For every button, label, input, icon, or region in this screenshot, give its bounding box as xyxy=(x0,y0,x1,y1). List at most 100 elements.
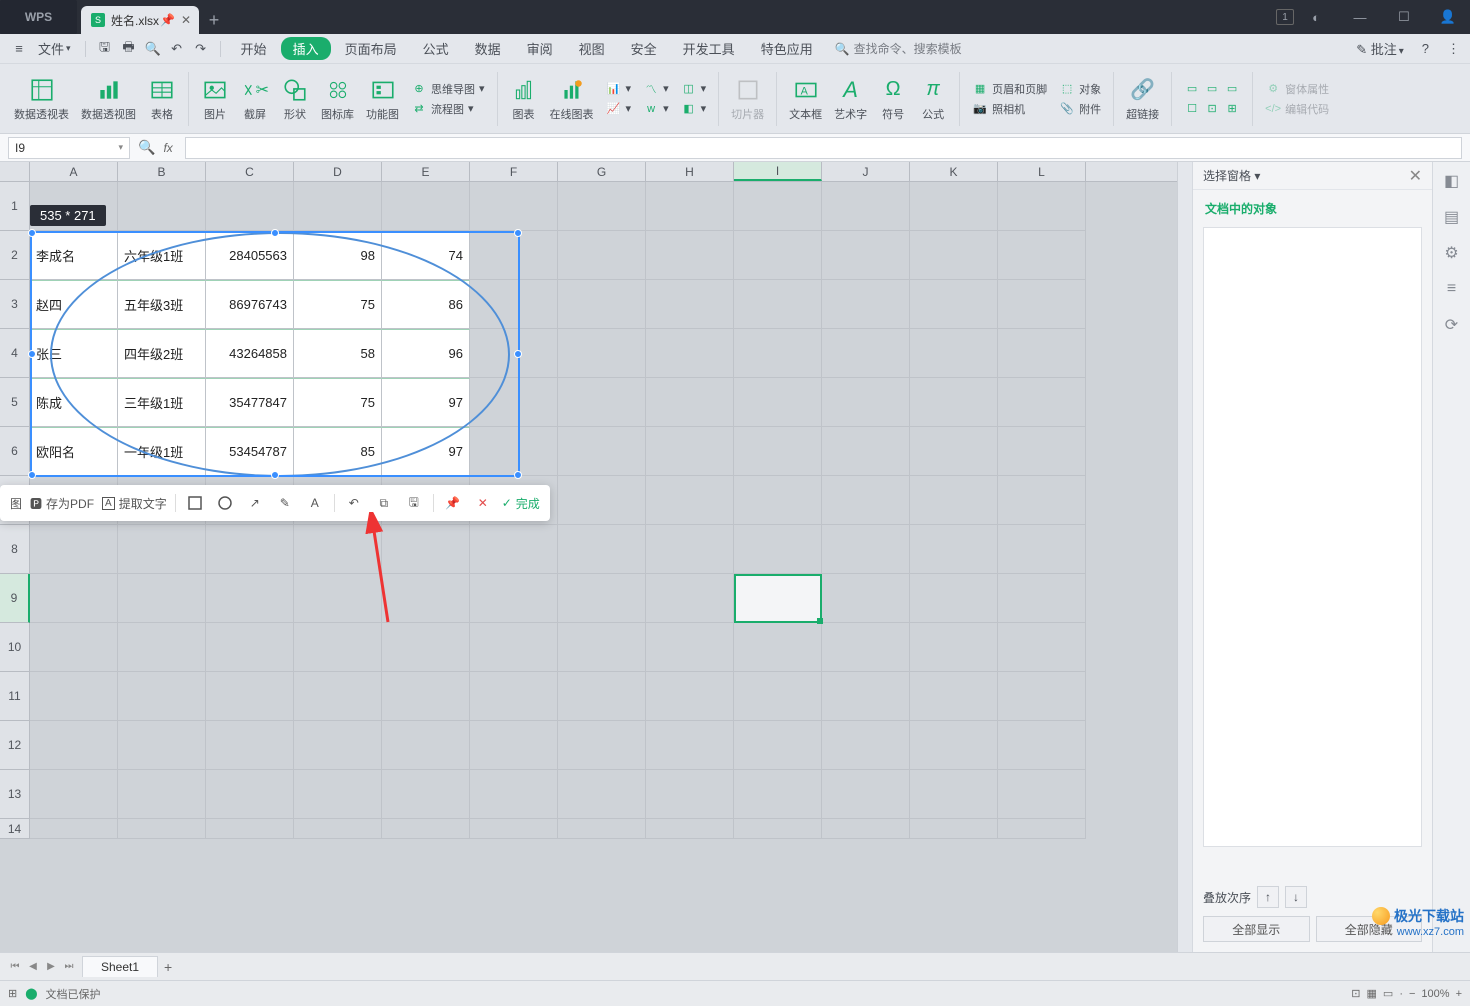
zoom-out[interactable]: − xyxy=(1409,988,1415,1000)
sheet-nav-first[interactable]: ⏮ xyxy=(6,958,24,976)
row-2[interactable]: 2 xyxy=(0,231,30,280)
row-5[interactable]: 5 xyxy=(0,378,30,427)
undo-icon[interactable]: ↶ xyxy=(166,38,188,60)
redo-icon[interactable]: ↷ xyxy=(190,38,212,60)
tab-layout[interactable]: 页面布局 xyxy=(333,37,409,60)
zorder-down[interactable]: ↓ xyxy=(1285,886,1307,908)
save-tool[interactable]: 🖫 xyxy=(403,492,425,514)
pen-tool[interactable]: ✎ xyxy=(274,492,296,514)
col-A[interactable]: A xyxy=(30,162,118,181)
sheet-tab-1[interactable]: Sheet1 xyxy=(82,956,158,977)
side-pane-icon[interactable]: ◧ xyxy=(1441,170,1463,192)
form-row-1[interactable]: ▭▭▭ xyxy=(1184,81,1240,97)
mindmap-button[interactable]: ⊕思维导图 ▾ xyxy=(411,81,485,97)
sheet-nav-last[interactable]: ⏭ xyxy=(60,958,78,976)
col-K[interactable]: K xyxy=(910,162,998,181)
panel-title[interactable]: 选择窗格 ▾ xyxy=(1203,167,1260,184)
arrow-tool[interactable]: ↗ xyxy=(244,492,266,514)
col-C[interactable]: C xyxy=(206,162,294,181)
textbox-button[interactable]: A 文本框 xyxy=(785,76,826,122)
col-H[interactable]: H xyxy=(646,162,734,181)
header-footer-button[interactable]: ▦页眉和页脚 xyxy=(972,81,1047,97)
row-3[interactable]: 3 xyxy=(0,280,30,329)
col-E[interactable]: E xyxy=(382,162,470,181)
sheet-nav-next[interactable]: ▶ xyxy=(42,958,60,976)
online-chart-button[interactable]: 在线图表 xyxy=(546,76,598,122)
col-F[interactable]: F xyxy=(470,162,558,181)
copy-tool[interactable]: ⧉ xyxy=(373,492,395,514)
save-icon[interactable]: 🖫 xyxy=(94,38,116,60)
pivot-table-button[interactable]: 数据透视表 xyxy=(10,76,73,122)
text-tool[interactable]: A xyxy=(304,492,326,514)
mini-chart-3[interactable]: 〽▾ xyxy=(643,81,669,97)
row-4[interactable]: 4 xyxy=(0,329,30,378)
image-button[interactable]: 图片 xyxy=(197,76,233,122)
handle-s[interactable] xyxy=(271,471,279,479)
tab-devtools[interactable]: 开发工具 xyxy=(671,37,747,60)
panel-close-icon[interactable]: ✕ xyxy=(1409,166,1422,186)
help-button[interactable]: ? xyxy=(1422,41,1429,56)
mini-chart-5[interactable]: ◫▾ xyxy=(681,81,707,97)
row-1[interactable]: 1 xyxy=(0,182,30,231)
col-B[interactable]: B xyxy=(118,162,206,181)
tab-view[interactable]: 视图 xyxy=(567,37,617,60)
handle-nw[interactable] xyxy=(28,229,36,237)
zoom-icon[interactable]: 🔍 xyxy=(138,139,155,156)
pin-tool[interactable]: 📌 xyxy=(442,492,464,514)
col-J[interactable]: J xyxy=(822,162,910,181)
fx-icon[interactable]: fx xyxy=(163,141,177,155)
objects-listbox[interactable] xyxy=(1203,227,1422,847)
handle-ne[interactable] xyxy=(514,229,522,237)
screenshot-button[interactable]: ✂ 截屏 xyxy=(237,76,273,122)
attachment-button[interactable]: 📎附件 xyxy=(1059,101,1101,117)
maximize-button[interactable]: ☐ xyxy=(1382,0,1426,34)
notification-badge[interactable]: 1 xyxy=(1276,9,1294,25)
zorder-up[interactable]: ↑ xyxy=(1257,886,1279,908)
cancel-button[interactable]: ✕ xyxy=(472,492,494,514)
mini-chart-2[interactable]: 📈▾ xyxy=(606,101,632,117)
minimize-button[interactable]: — xyxy=(1338,0,1382,34)
corner-selectall[interactable] xyxy=(0,162,30,181)
col-D[interactable]: D xyxy=(294,162,382,181)
ellipse-tool[interactable] xyxy=(214,492,236,514)
table-button[interactable]: 表格 xyxy=(144,76,180,122)
show-all-button[interactable]: 全部显示 xyxy=(1203,916,1310,942)
camera-button[interactable]: 📷照相机 xyxy=(972,101,1047,117)
tab-review[interactable]: 审阅 xyxy=(515,37,565,60)
side-config-icon[interactable]: ⚙ xyxy=(1441,242,1463,264)
handle-n[interactable] xyxy=(271,229,279,237)
funcchart-button[interactable]: 功能图 xyxy=(362,76,403,122)
mini-chart-4[interactable]: ᴡ▾ xyxy=(643,101,669,117)
zoom-in[interactable]: + xyxy=(1456,988,1462,1000)
tab-formula[interactable]: 公式 xyxy=(411,37,461,60)
document-tab[interactable]: S 姓名.xlsx 📌 ✕ xyxy=(81,6,199,34)
status-grid-icon[interactable]: ⊞ xyxy=(8,987,17,1000)
pivot-chart-button[interactable]: 数据透视图 xyxy=(77,76,140,122)
handle-e[interactable] xyxy=(514,350,522,358)
side-layers-icon[interactable]: ≡ xyxy=(1441,278,1463,300)
undo-tool[interactable]: ↶ xyxy=(343,492,365,514)
flowchart-button[interactable]: ⇄流程图 ▾ xyxy=(411,101,485,117)
user-icon[interactable]: 👤 xyxy=(1426,0,1470,34)
sheet-nav-prev[interactable]: ◀ xyxy=(24,958,42,976)
object-button[interactable]: ⬚对象 xyxy=(1059,81,1101,97)
handle-sw[interactable] xyxy=(28,471,36,479)
mini-chart-1[interactable]: 📊▾ xyxy=(606,81,632,97)
side-style-icon[interactable]: ▤ xyxy=(1441,206,1463,228)
wordart-button[interactable]: A 艺术字 xyxy=(830,76,871,122)
more-button[interactable]: ⋮ xyxy=(1447,41,1460,57)
save-pdf-button[interactable]: 🅿存为PDF xyxy=(30,495,94,512)
equation-button[interactable]: π 公式 xyxy=(915,76,951,122)
view-read[interactable]: ▭ xyxy=(1383,987,1393,1000)
view-normal[interactable]: ⊡ xyxy=(1351,987,1360,1000)
shapes-button[interactable]: 形状 xyxy=(277,76,313,122)
row-6[interactable]: 6 xyxy=(0,427,30,476)
tab-close-icon[interactable]: ✕ xyxy=(181,13,191,27)
tab-features[interactable]: 特色应用 xyxy=(749,37,825,60)
search-box[interactable]: 🔍 查找命令、搜索模板 xyxy=(835,40,962,57)
tab-security[interactable]: 安全 xyxy=(619,37,669,60)
file-menu-button[interactable]: 文件▾ xyxy=(32,39,77,58)
preview-icon[interactable]: 🔍 xyxy=(142,38,164,60)
handle-w[interactable] xyxy=(28,350,36,358)
col-G[interactable]: G xyxy=(558,162,646,181)
